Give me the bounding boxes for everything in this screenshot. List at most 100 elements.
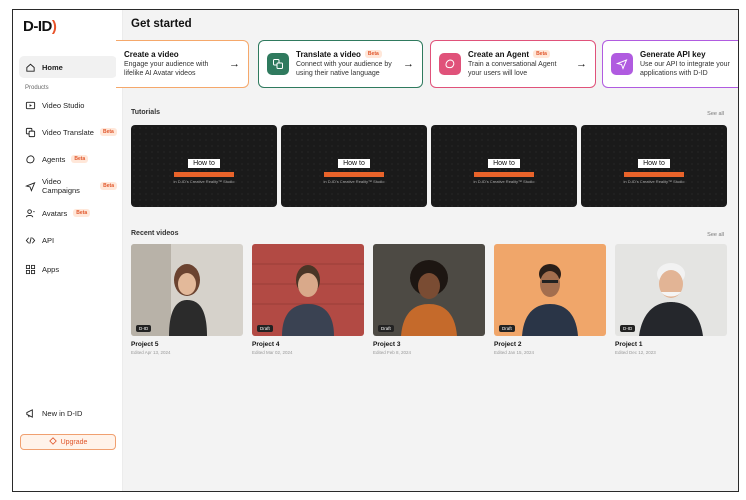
translate-icon xyxy=(25,127,36,138)
video-date: Edited Feb 8, 2024 xyxy=(373,350,412,355)
sidebar-item-label: New in D-ID xyxy=(42,408,83,418)
sidebar-item-home[interactable]: Home xyxy=(19,56,117,78)
howto-label: How to xyxy=(638,159,670,168)
sidebar-item-avatars[interactable]: Avatars Beta xyxy=(19,202,117,224)
page-title: Get started xyxy=(131,18,192,30)
howto-label: How to xyxy=(488,159,520,168)
video-title[interactable]: Project 4 xyxy=(252,341,364,348)
sidebar-item-label: Avatars xyxy=(42,208,68,218)
sidebar-item-agents[interactable]: Agents Beta xyxy=(19,148,117,170)
generate-api-key-card[interactable]: Generate API key Use our API to integrat… xyxy=(602,40,738,88)
sidebar-item-label: Apps xyxy=(42,264,60,274)
create-agent-card[interactable]: Create an Agent Beta Train a conversation… xyxy=(430,40,596,88)
video-card[interactable]: D-ID Project 5 Edited Apr 13, 2024 xyxy=(131,244,243,355)
video-studio-icon xyxy=(25,100,36,111)
diamond-icon xyxy=(48,437,57,447)
tutorial-highlight-bar xyxy=(324,172,384,177)
video-thumbnail[interactable]: Draft xyxy=(494,244,606,336)
video-thumbnail[interactable]: D-ID xyxy=(615,244,727,336)
video-card[interactable]: Draft Project 2 Edited Jan 15, 2024 xyxy=(494,244,606,355)
arrow-right-icon: → xyxy=(403,58,414,70)
tutorial-highlight-bar xyxy=(174,172,234,177)
video-status-badge: Draft xyxy=(257,325,273,332)
video-status-badge: D-ID xyxy=(620,325,636,332)
card-description: Engage your audience with lifelike AI Av… xyxy=(124,60,209,77)
arrow-right-icon: → xyxy=(229,58,240,70)
tutorials-see-all-link[interactable]: See all xyxy=(707,111,724,117)
send-icon xyxy=(25,181,36,192)
video-card[interactable]: Draft Project 3 Edited Feb 8, 2024 xyxy=(373,244,485,355)
beta-badge: Beta xyxy=(99,128,117,136)
beta-badge: Beta xyxy=(100,182,117,190)
tutorial-card[interactable]: How to in D-ID's Creative Reality™ Studi… xyxy=(581,125,727,207)
video-status-badge: Draft xyxy=(378,325,394,332)
upgrade-label: Upgrade xyxy=(60,438,88,446)
video-status-badge: D-ID xyxy=(136,325,152,332)
sidebar-item-label: Agents xyxy=(42,154,66,164)
tutorial-subtitle: in D-ID's Creative Reality™ Studio xyxy=(173,179,235,184)
beta-badge: Beta xyxy=(364,50,382,59)
megaphone-icon xyxy=(25,408,36,419)
recent-videos-heading: Recent videos xyxy=(131,230,179,237)
tutorial-card[interactable]: How to in D-ID's Creative Reality™ Studi… xyxy=(281,125,427,207)
home-icon xyxy=(25,62,36,73)
video-thumbnail[interactable]: D-ID xyxy=(131,244,243,336)
code-icon xyxy=(25,235,36,246)
video-card[interactable]: Draft Project 4 Edited Mar 02, 2024 xyxy=(252,244,364,355)
card-title: Translate a video xyxy=(296,49,361,59)
tutorial-subtitle: in D-ID's Creative Reality™ Studio xyxy=(473,179,535,184)
feature-cards: Create a video Engage your audience with… xyxy=(116,40,738,88)
video-title[interactable]: Project 5 xyxy=(131,341,243,348)
howto-label: How to xyxy=(338,159,370,168)
card-description: Use our API to integrate your applicatio… xyxy=(640,60,730,77)
video-card[interactable]: D-ID Project 1 Edited Dec 12, 2023 xyxy=(615,244,727,355)
card-title: Create an Agent xyxy=(468,49,530,59)
beta-badge: Beta xyxy=(73,209,91,217)
translate-video-card[interactable]: Translate a video Beta Connect with your … xyxy=(258,40,423,88)
logo-bracket-icon: ) xyxy=(51,18,57,35)
tutorial-highlight-bar xyxy=(624,172,684,177)
card-title: Generate API key xyxy=(640,49,706,59)
sidebar-item-api[interactable]: API xyxy=(19,229,117,251)
avatars-icon xyxy=(25,208,36,219)
sidebar-item-label: Home xyxy=(42,62,63,72)
card-description: Connect with your audience by using thei… xyxy=(296,60,392,77)
recent-see-all-link[interactable]: See all xyxy=(707,232,724,238)
card-description: Train a conversational Agent your users … xyxy=(468,60,557,77)
translate-icon xyxy=(267,53,289,75)
beta-badge: Beta xyxy=(71,155,89,163)
sidebar-item-new-in-did[interactable]: New in D-ID xyxy=(19,402,117,424)
video-date: Edited Dec 12, 2023 xyxy=(615,350,656,355)
app-window: D-ID) Home Products Video Studio Video T… xyxy=(12,9,739,492)
agents-icon xyxy=(25,154,36,165)
video-title[interactable]: Project 1 xyxy=(615,341,727,348)
send-icon xyxy=(611,53,633,75)
tutorial-highlight-bar xyxy=(474,172,534,177)
beta-badge: Beta xyxy=(533,50,550,59)
video-title[interactable]: Project 2 xyxy=(494,341,606,348)
tutorial-card[interactable]: How to in D-ID's Creative Reality™ Studi… xyxy=(431,125,577,207)
tutorials-heading: Tutorials xyxy=(131,109,161,116)
section-label-products: Products xyxy=(25,85,49,91)
sidebar-item-video-campaigns[interactable]: Video Campaigns Beta xyxy=(19,175,117,197)
video-date: Edited Jan 15, 2024 xyxy=(494,350,535,355)
arrow-right-icon: → xyxy=(576,58,587,70)
video-title[interactable]: Project 3 xyxy=(373,341,485,348)
tutorial-subtitle: in D-ID's Creative Reality™ Studio xyxy=(323,179,385,184)
tutorial-subtitle: in D-ID's Creative Reality™ Studio xyxy=(623,179,685,184)
sidebar-item-video-translate[interactable]: Video Translate Beta xyxy=(19,121,117,143)
video-thumbnail[interactable]: Draft xyxy=(373,244,485,336)
card-title: Create a video xyxy=(124,49,179,59)
agents-icon xyxy=(439,53,461,75)
video-thumbnail[interactable]: Draft xyxy=(252,244,364,336)
logo[interactable]: D-ID) xyxy=(23,18,57,35)
sidebar: D-ID) Home Products Video Studio Video T… xyxy=(13,10,123,491)
apps-grid-icon xyxy=(25,264,36,275)
upgrade-button[interactable]: Upgrade xyxy=(20,434,116,450)
sidebar-item-label: Video Campaigns xyxy=(42,177,80,195)
sidebar-item-apps[interactable]: Apps xyxy=(19,258,117,280)
sidebar-item-video-studio[interactable]: Video Studio xyxy=(19,94,117,116)
main-content: Get started Create a video Engage your a… xyxy=(116,10,738,491)
tutorial-card[interactable]: How to in D-ID's Creative Reality™ Studi… xyxy=(131,125,277,207)
create-video-card[interactable]: Create a video Engage your audience with… xyxy=(116,40,249,88)
